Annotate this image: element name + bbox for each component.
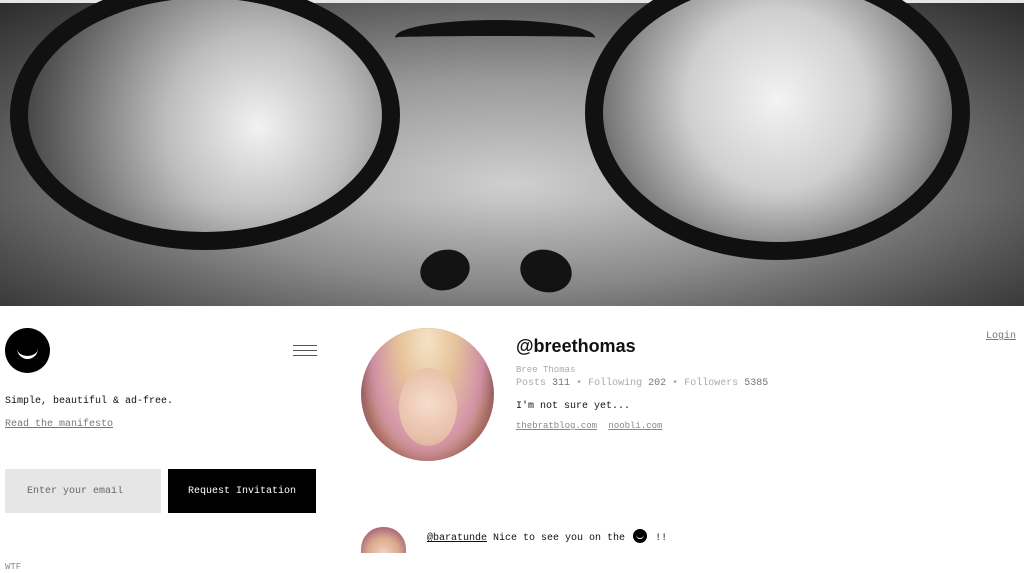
- stats-separator: •: [672, 378, 679, 389]
- ello-logo-icon[interactable]: [5, 328, 50, 373]
- cover-photo: [0, 0, 1024, 306]
- profile-full-name: Bree Thomas: [516, 365, 576, 375]
- profile-links: thebratblog.com noobli.com: [516, 421, 668, 431]
- tagline: Simple, beautiful & ad-free.: [5, 396, 174, 407]
- post-author-avatar[interactable]: [361, 527, 406, 553]
- profile-stats: Posts 311 • Following 202 • Followers 53…: [516, 378, 768, 389]
- request-invitation-button[interactable]: Request Invitation: [168, 469, 316, 513]
- email-field[interactable]: [5, 469, 161, 513]
- followers-count: 5385: [744, 378, 769, 389]
- following-label: Following: [588, 378, 643, 389]
- following-count: 202: [648, 378, 667, 389]
- wtf-link[interactable]: WTF: [5, 562, 21, 572]
- manifesto-link[interactable]: Read the manifesto: [5, 419, 113, 430]
- posts-label: Posts: [516, 378, 547, 389]
- profile-bio: I'm not sure yet...: [516, 401, 631, 412]
- post-text: Nice to see you on the: [493, 533, 626, 544]
- followers-label: Followers: [684, 378, 739, 389]
- hamburger-menu-icon[interactable]: [293, 345, 317, 356]
- stats-separator: •: [576, 378, 583, 389]
- login-link[interactable]: Login: [986, 331, 1016, 342]
- profile-link[interactable]: noobli.com: [608, 421, 662, 431]
- profile-avatar: [361, 328, 494, 461]
- profile-link[interactable]: thebratblog.com: [516, 421, 597, 431]
- profile-username: @breethomas: [516, 336, 636, 356]
- post-suffix: !!: [655, 533, 668, 544]
- post-mention[interactable]: @baratunde: [427, 533, 487, 544]
- cover-shadow: [0, 200, 1024, 306]
- posts-count: 311: [552, 378, 571, 389]
- ello-emoji-icon: [633, 529, 648, 543]
- glasses-bridge: [395, 20, 595, 55]
- post-body: @baratunde Nice to see you on the !!: [427, 529, 667, 544]
